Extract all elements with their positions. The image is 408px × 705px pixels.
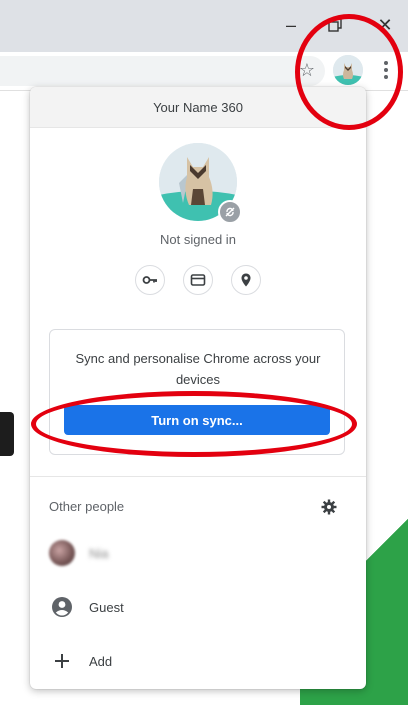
background-page-element — [0, 412, 14, 456]
cat-avatar-icon — [333, 55, 363, 85]
kebab-dot — [384, 75, 388, 79]
other-profile-row[interactable]: Nia — [30, 535, 366, 571]
profile-avatar-button[interactable] — [333, 55, 363, 85]
location-pin-icon — [241, 273, 251, 287]
other-profile-avatar — [49, 540, 75, 566]
restore-button[interactable] — [320, 12, 350, 38]
browser-titlebar: – ✕ — [0, 0, 408, 52]
payment-methods-button[interactable] — [183, 265, 213, 295]
addresses-button[interactable] — [231, 265, 261, 295]
turn-on-sync-label: Turn on sync... — [151, 412, 243, 428]
kebab-dot — [384, 61, 388, 65]
kebab-dot — [384, 68, 388, 72]
add-icon — [55, 654, 69, 668]
guest-label: Guest — [89, 599, 124, 615]
add-profile-row[interactable]: Add — [30, 643, 366, 679]
minimize-icon: – — [285, 14, 296, 35]
address-bar[interactable] — [0, 56, 325, 86]
guest-avatar-icon — [52, 597, 72, 617]
sync-off-icon — [225, 207, 235, 217]
star-icon: ☆ — [298, 59, 316, 80]
other-profile-name: Nia — [89, 545, 109, 561]
manage-people-button[interactable] — [319, 497, 339, 517]
add-label: Add — [89, 653, 113, 669]
turn-on-sync-button[interactable]: Turn on sync... — [64, 405, 330, 435]
key-icon — [142, 276, 157, 284]
plus-icon — [49, 648, 75, 674]
profile-name: Your Name 360 — [153, 99, 243, 115]
quick-access-icons — [135, 265, 261, 297]
passwords-button[interactable] — [135, 265, 165, 295]
restore-icon — [328, 18, 342, 32]
profile-name-header: Your Name 360 — [30, 87, 366, 128]
screenshot-stage: – ✕ ☆ Your Name 360 Not signed in Sync a… — [0, 0, 408, 705]
avatar — [49, 540, 75, 566]
close-icon: ✕ — [377, 14, 393, 35]
signed-in-status: Not signed in — [160, 232, 236, 247]
sync-paused-badge-icon — [218, 200, 242, 224]
guest-profile-row[interactable]: Guest — [30, 589, 366, 625]
gear-icon — [321, 499, 337, 515]
sync-promo-card: Sync and personalise Chrome across your … — [49, 329, 345, 455]
profile-menu-panel: Your Name 360 Not signed in Sync and per… — [30, 87, 366, 689]
bookmark-star-button[interactable]: ☆ — [294, 57, 320, 83]
account-circle-icon — [49, 594, 75, 620]
close-window-button[interactable]: ✕ — [370, 12, 400, 38]
credit-card-icon — [190, 274, 206, 286]
other-people-title: Other people — [49, 499, 125, 514]
sync-description: Sync and personalise Chrome across your … — [75, 351, 321, 387]
more-menu-button[interactable] — [376, 57, 396, 83]
minimize-button[interactable]: – — [276, 12, 306, 38]
section-divider — [30, 476, 366, 477]
